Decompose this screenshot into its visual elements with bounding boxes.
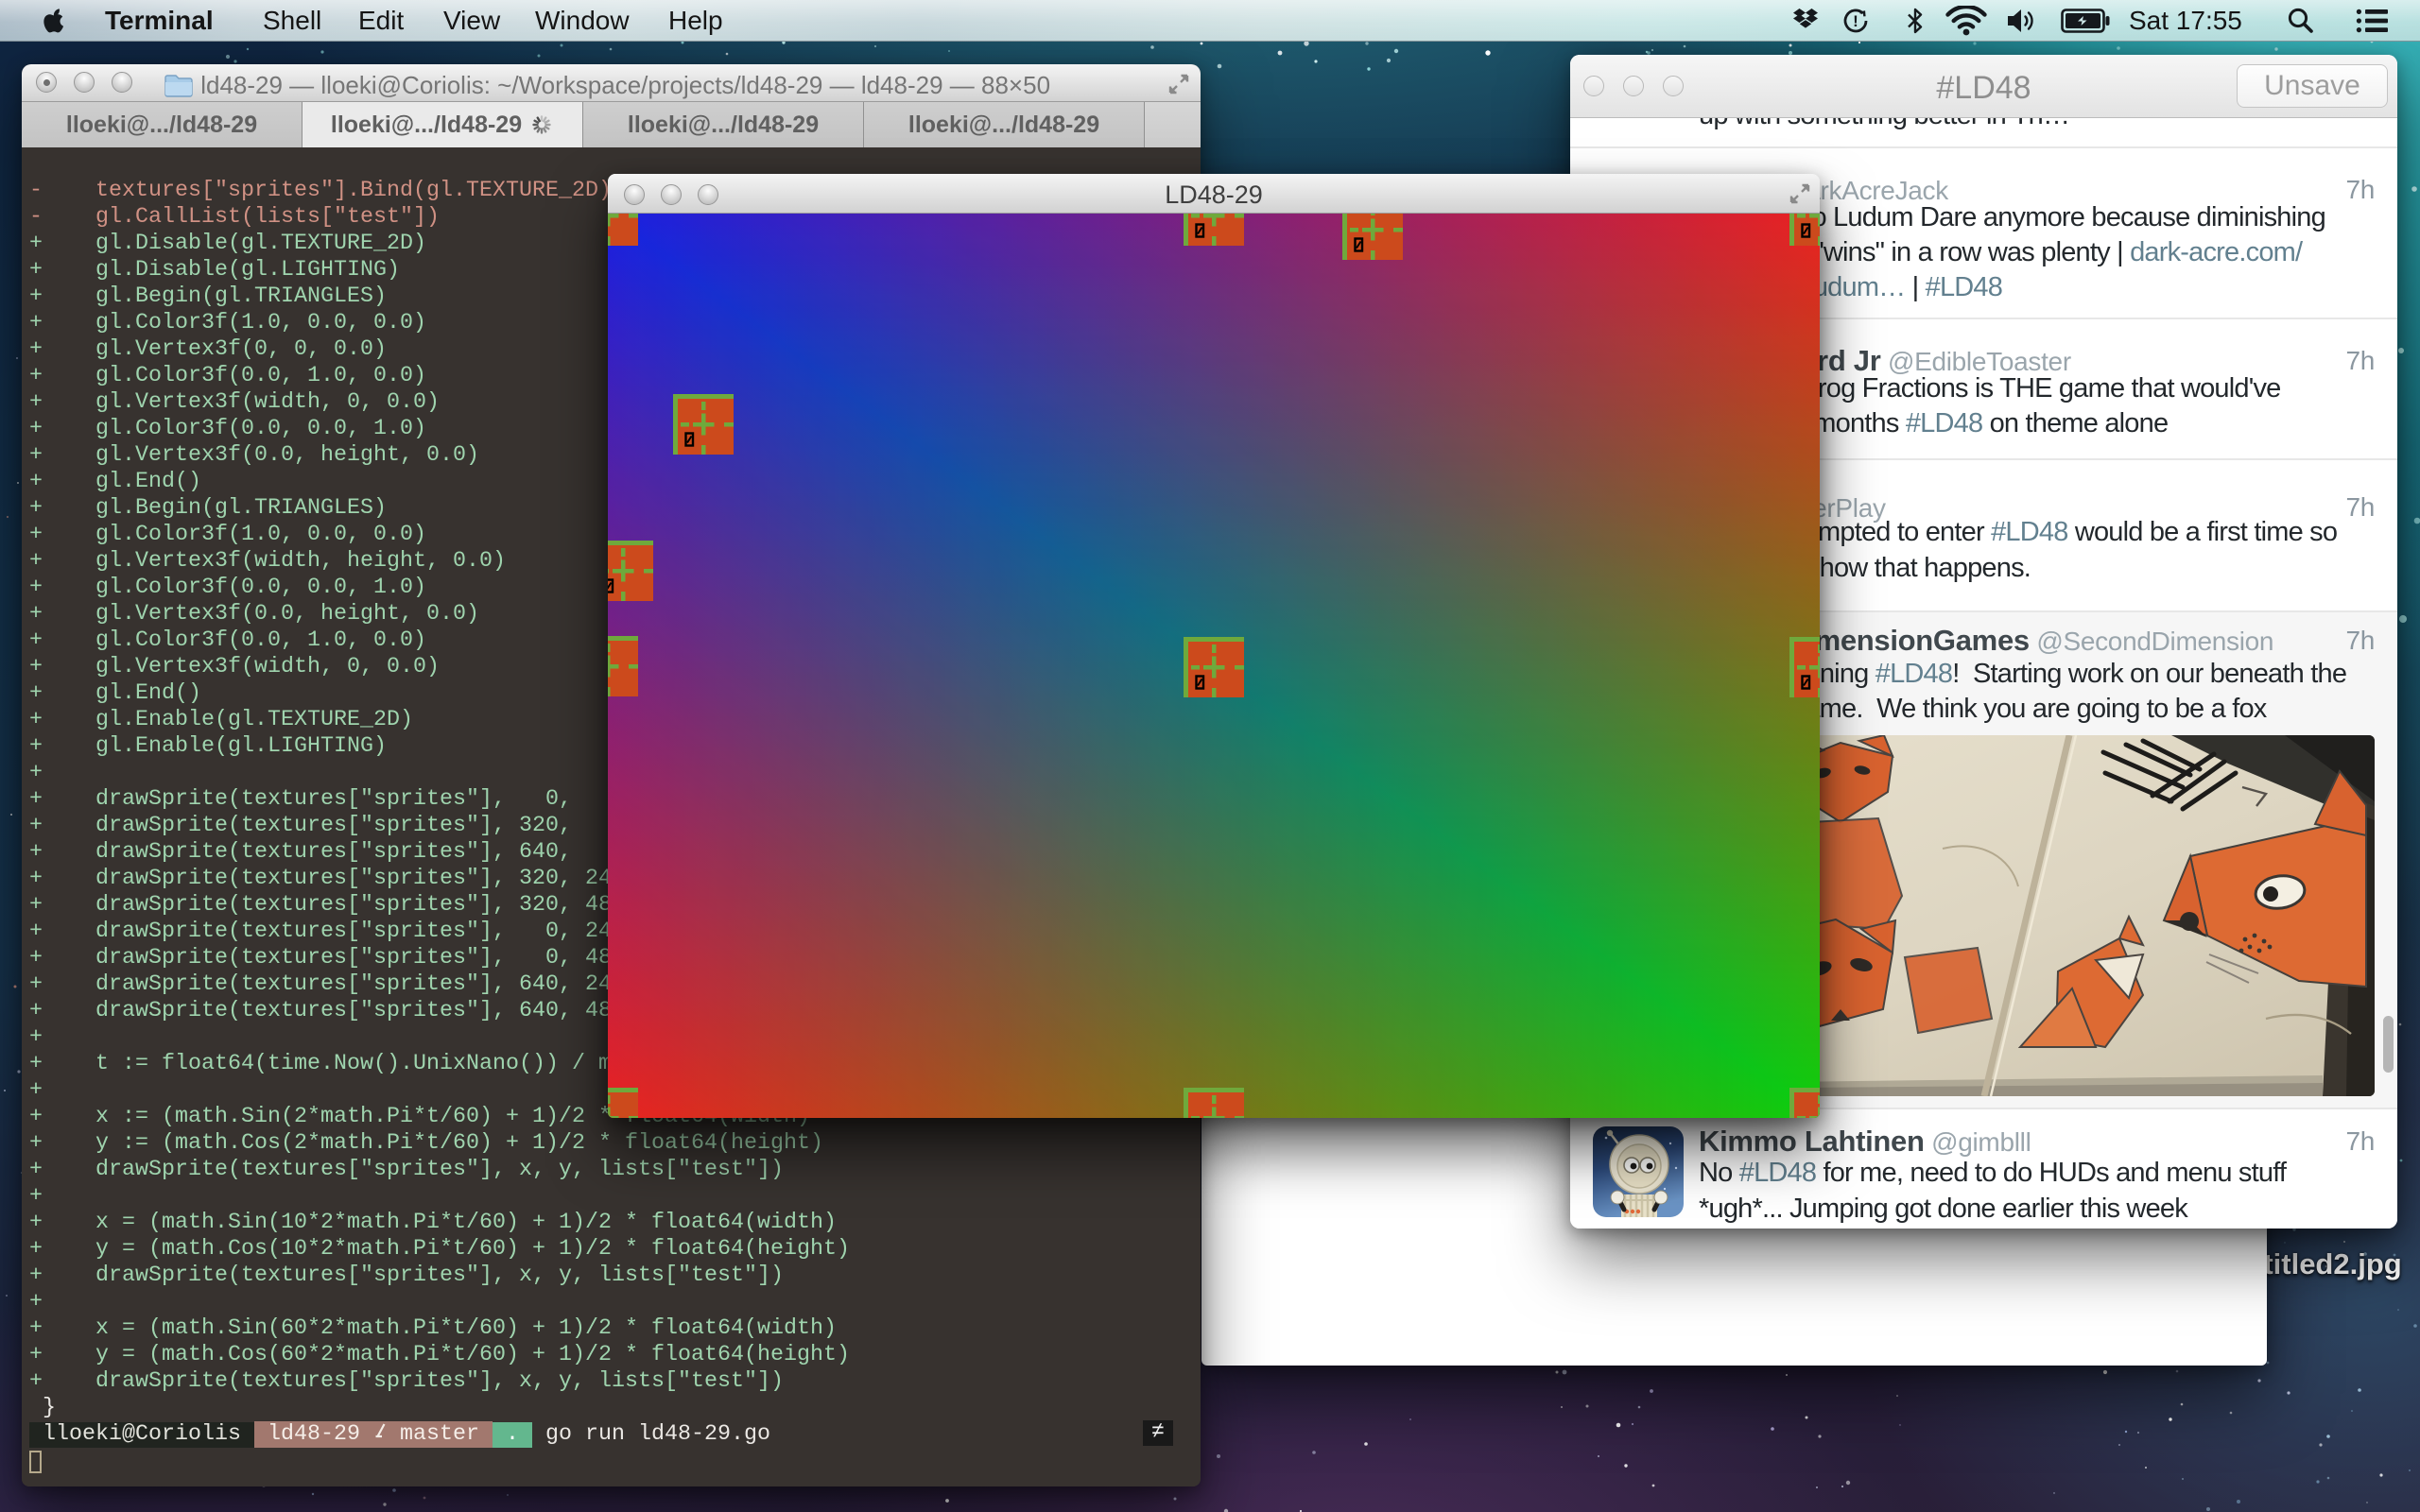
svg-text:!: !	[1853, 12, 1858, 30]
